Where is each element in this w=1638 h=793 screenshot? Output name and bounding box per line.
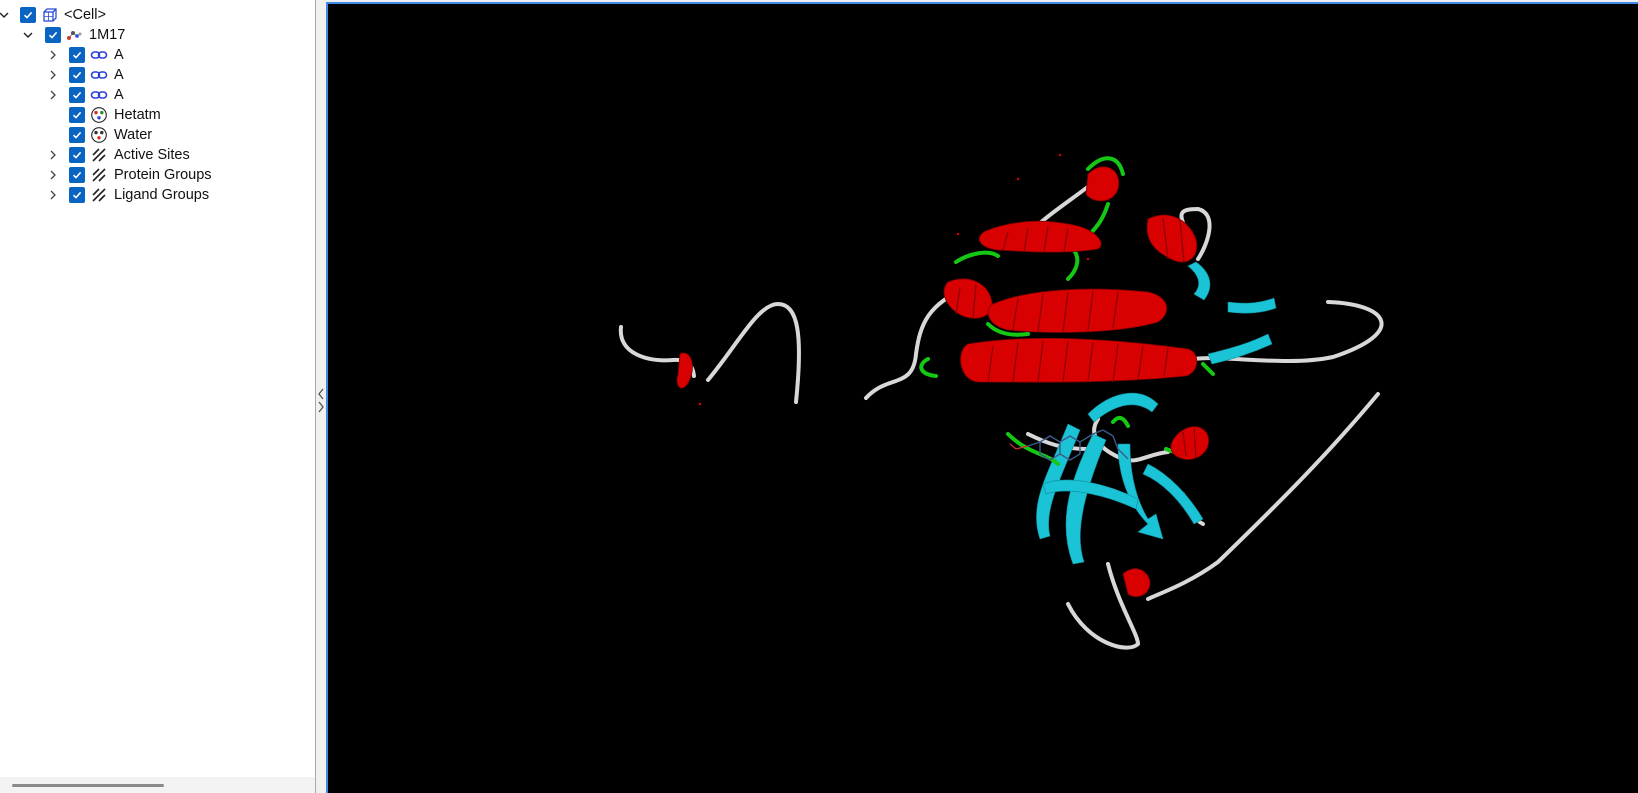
application-window: <Cell> 1M17 A A A Hetatm Water Active Si… (0, 0, 1638, 793)
tree-row-label: Ligand Groups (114, 187, 210, 203)
collapse-arrows-icon[interactable] (316, 386, 326, 416)
chain-link-icon (90, 46, 108, 64)
tree-row-label: A (114, 87, 124, 103)
hierarchy-tree-panel: <Cell> 1M17 A A A Hetatm Water Active Si… (0, 0, 316, 793)
checkbox[interactable] (69, 47, 85, 63)
checkbox[interactable] (69, 107, 85, 123)
hatch-group-icon (90, 186, 108, 204)
checkbox[interactable] (69, 187, 85, 203)
tree-row-water[interactable]: Water (0, 125, 315, 145)
tree-row-ligand-groups[interactable]: Ligand Groups (0, 185, 315, 205)
chevron-right-icon[interactable] (45, 45, 61, 65)
tree-row-molecule[interactable]: 1M17 (0, 25, 315, 45)
chain-link-icon (90, 86, 108, 104)
checkbox[interactable] (69, 167, 85, 183)
horizontal-scrollbar[interactable] (0, 777, 315, 793)
hatch-group-icon (90, 146, 108, 164)
hatch-group-icon (90, 166, 108, 184)
scrollbar-thumb[interactable] (12, 784, 164, 787)
tree-row-label: A (114, 67, 124, 83)
tree-row-label: 1M17 (89, 27, 126, 43)
chevron-right-icon[interactable] (45, 85, 61, 105)
chevron-down-icon[interactable] (0, 5, 12, 25)
tree-row-label: Protein Groups (114, 167, 212, 183)
checkbox[interactable] (69, 67, 85, 83)
panel-splitter[interactable] (316, 0, 326, 793)
tree-row-label: Active Sites (114, 147, 190, 163)
chevron-right-icon[interactable] (45, 185, 61, 205)
molecule-3d-viewport[interactable] (326, 2, 1638, 793)
chain-link-icon (90, 66, 108, 84)
tree-row-label: <Cell> (64, 7, 106, 23)
molecule-icon (65, 26, 83, 44)
tree-row-hetatm[interactable]: Hetatm (0, 105, 315, 125)
chevron-right-icon[interactable] (45, 145, 61, 165)
checkbox[interactable] (69, 87, 85, 103)
chevron-right-icon[interactable] (45, 65, 61, 85)
tree-row-cell[interactable]: <Cell> (0, 5, 315, 25)
water-group-icon (90, 126, 108, 144)
atom-group-icon (90, 106, 108, 124)
checkbox[interactable] (45, 27, 61, 43)
cube-icon (41, 6, 59, 24)
tree-row-chain[interactable]: A (0, 85, 315, 105)
checkbox[interactable] (69, 147, 85, 163)
tree-row-label: A (114, 47, 124, 63)
checkbox[interactable] (20, 7, 36, 23)
protein-ribbon-render (618, 153, 1384, 650)
chevron-right-icon[interactable] (45, 165, 61, 185)
tree-row-chain[interactable]: A (0, 65, 315, 85)
tree-row-label: Water (114, 127, 153, 143)
checkbox[interactable] (69, 127, 85, 143)
tree-row-label: Hetatm (114, 107, 161, 123)
tree-row-protein-groups[interactable]: Protein Groups (0, 165, 315, 185)
tree-row-chain[interactable]: A (0, 45, 315, 65)
chevron-down-icon[interactable] (20, 25, 36, 45)
tree-row-active-sites[interactable]: Active Sites (0, 145, 315, 165)
